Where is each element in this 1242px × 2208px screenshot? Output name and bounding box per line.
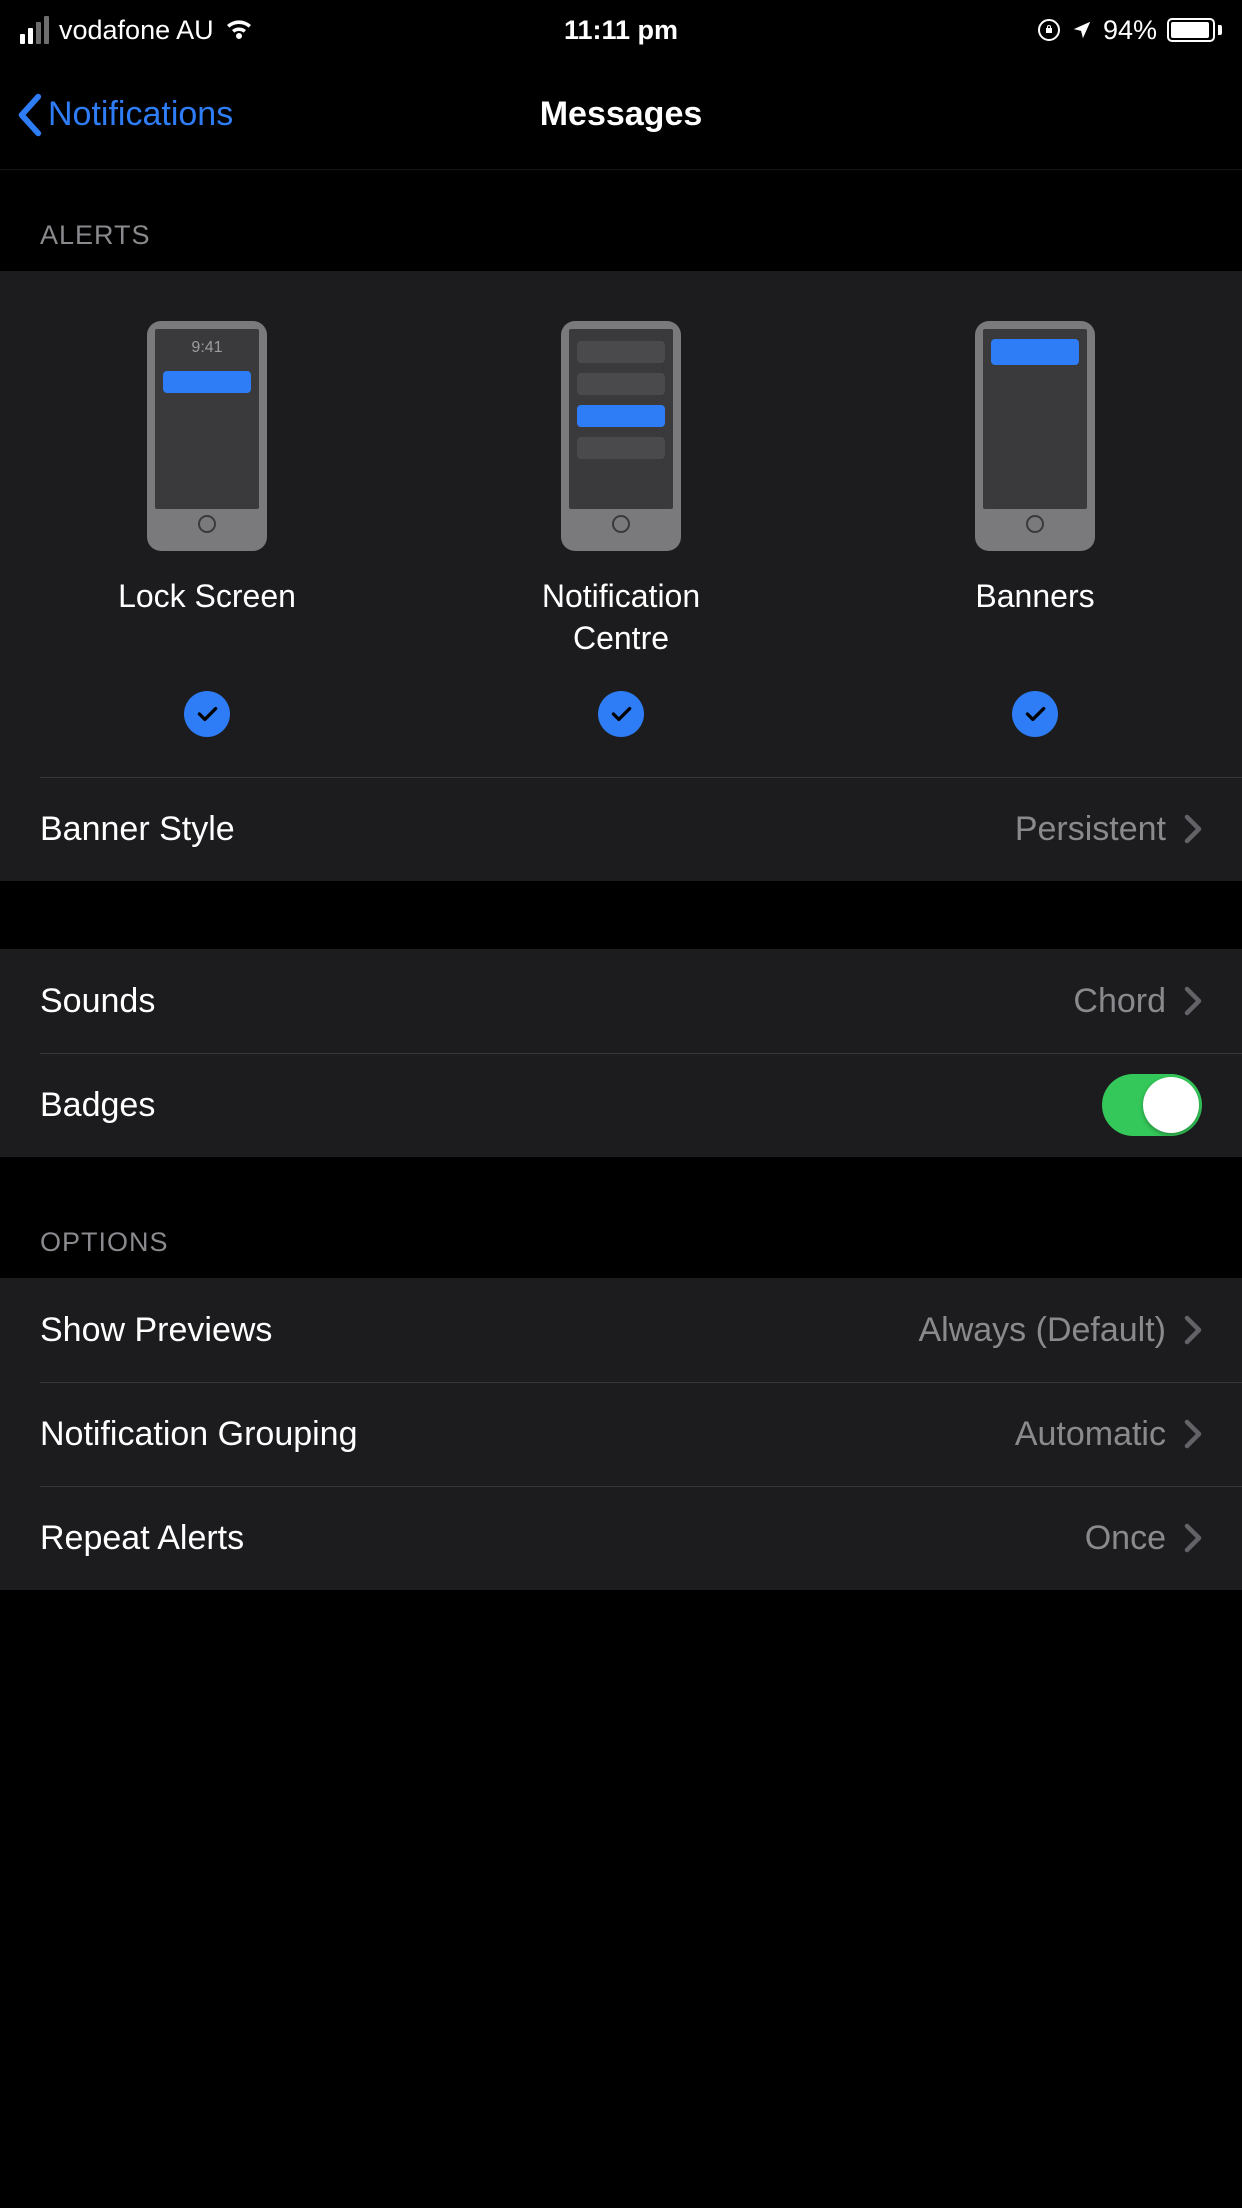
banner-style-row[interactable]: Banner Style Persistent <box>0 777 1242 881</box>
section-header-options: OPTIONS <box>0 1157 1242 1278</box>
section-header-alerts: ALERTS <box>0 170 1242 271</box>
checkmark-icon <box>1012 691 1058 737</box>
cell-label: Sounds <box>40 982 155 1021</box>
cell-value: Persistent <box>1015 810 1166 849</box>
status-bar: vodafone AU 11:11 pm 94% <box>0 0 1242 60</box>
cell-label: Repeat Alerts <box>40 1519 244 1558</box>
notification-grouping-row[interactable]: Notification Grouping Automatic <box>0 1382 1242 1486</box>
cell-label: Badges <box>40 1086 155 1125</box>
orientation-lock-icon <box>1037 18 1061 42</box>
back-label: Notifications <box>48 95 233 134</box>
chevron-right-icon <box>1184 986 1202 1016</box>
chevron-right-icon <box>1184 1315 1202 1345</box>
wifi-icon <box>224 18 254 42</box>
location-icon <box>1071 19 1093 41</box>
alert-type-label: Notification Centre <box>542 576 700 666</box>
alert-type-lock-screen[interactable]: 9:41 Lock Screen <box>0 321 414 737</box>
checkmark-icon <box>598 691 644 737</box>
cellular-signal-icon <box>20 16 49 44</box>
sounds-group: Sounds Chord Badges <box>0 949 1242 1157</box>
carrier-label: vodafone AU <box>59 15 214 46</box>
cell-label: Banner Style <box>40 810 235 849</box>
alert-type-banners[interactable]: Banners <box>828 321 1242 737</box>
sounds-row[interactable]: Sounds Chord <box>0 949 1242 1053</box>
lock-screen-icon: 9:41 <box>147 321 267 551</box>
cell-value: Chord <box>1073 982 1166 1021</box>
notification-centre-icon <box>561 321 681 551</box>
alert-type-notification-centre[interactable]: Notification Centre <box>414 321 828 737</box>
cell-value: Automatic <box>1015 1415 1166 1454</box>
banners-icon <box>975 321 1095 551</box>
cell-label: Show Previews <box>40 1311 272 1350</box>
chevron-right-icon <box>1184 814 1202 844</box>
alert-type-label: Lock Screen <box>118 576 296 666</box>
battery-percentage: 94% <box>1103 15 1157 46</box>
chevron-right-icon <box>1184 1523 1202 1553</box>
battery-icon <box>1167 18 1222 42</box>
options-group: Show Previews Always (Default) Notificat… <box>0 1278 1242 1590</box>
alerts-group: 9:41 Lock Screen Notification Centre <box>0 271 1242 881</box>
back-button[interactable]: Notifications <box>16 93 233 137</box>
page-title: Messages <box>540 95 703 134</box>
show-previews-row[interactable]: Show Previews Always (Default) <box>0 1278 1242 1382</box>
cell-value: Once <box>1085 1519 1166 1558</box>
alert-type-label: Banners <box>975 576 1094 666</box>
badges-toggle[interactable] <box>1102 1074 1202 1136</box>
status-time: 11:11 pm <box>564 15 678 46</box>
chevron-right-icon <box>1184 1419 1202 1449</box>
repeat-alerts-row[interactable]: Repeat Alerts Once <box>0 1486 1242 1590</box>
cell-value: Always (Default) <box>918 1311 1166 1350</box>
badges-row: Badges <box>0 1053 1242 1157</box>
checkmark-icon <box>184 691 230 737</box>
nav-bar: Notifications Messages <box>0 60 1242 170</box>
cell-label: Notification Grouping <box>40 1415 358 1454</box>
